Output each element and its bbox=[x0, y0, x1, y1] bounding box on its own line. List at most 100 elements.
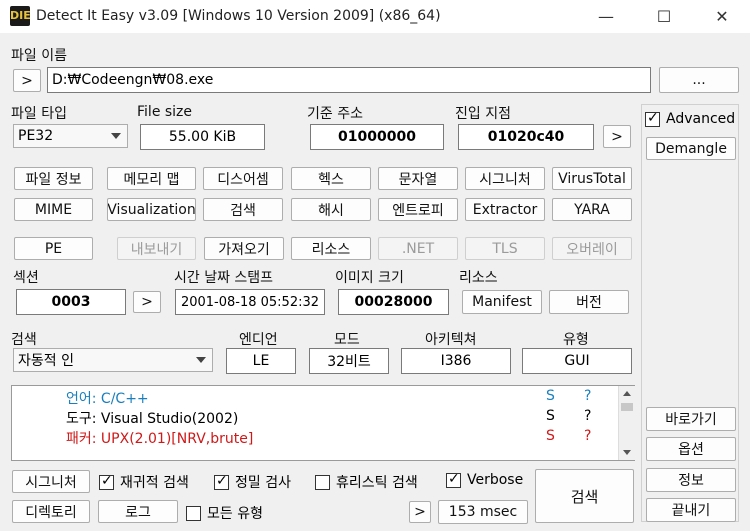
exit-button[interactable]: 끝내기 bbox=[646, 498, 736, 522]
file-arrow-button[interactable]: > bbox=[13, 69, 41, 92]
imports-button[interactable]: 가져오기 bbox=[204, 237, 284, 260]
deep-scan-label: 정밀 검사 bbox=[235, 475, 291, 491]
maximize-icon[interactable]: ☐ bbox=[641, 0, 687, 33]
goto-button[interactable]: 바로가기 bbox=[646, 407, 736, 431]
section-label: 섹션 bbox=[13, 270, 39, 286]
entropy-button[interactable]: 엔트로피 bbox=[378, 198, 458, 221]
file-size-value: 55.00 KiB bbox=[140, 124, 265, 150]
extractor-button[interactable]: Extractor bbox=[465, 198, 545, 221]
strings-button[interactable]: 문자열 bbox=[378, 167, 458, 190]
result-signature-link[interactable]: S bbox=[546, 388, 555, 404]
arch-value: I386 bbox=[401, 348, 511, 374]
file-type-value: PE32 bbox=[18, 128, 54, 144]
tls-button[interactable]: TLS bbox=[465, 237, 545, 260]
resources-button[interactable]: 리소스 bbox=[291, 237, 371, 260]
endian-value: LE bbox=[226, 348, 296, 374]
scroll-down-icon[interactable] bbox=[623, 450, 631, 455]
app-icon: DIE bbox=[10, 6, 31, 26]
type-value: GUI bbox=[522, 348, 632, 374]
file-name-label: 파일 이름 bbox=[11, 48, 67, 64]
visualization-button[interactable]: Visualization bbox=[107, 198, 196, 221]
result-row: 언어: C/C++ S ? bbox=[12, 388, 618, 408]
scroll-up-icon[interactable] bbox=[623, 391, 631, 396]
image-size-label: 이미지 크기 bbox=[335, 270, 404, 286]
verbose-label: Verbose bbox=[467, 472, 524, 488]
results-list[interactable]: 언어: C/C++ S ? 도구: Visual Studio(2002) S … bbox=[11, 385, 635, 461]
file-info-button[interactable]: 파일 정보 bbox=[14, 167, 93, 190]
checkbox-icon bbox=[315, 474, 330, 490]
directory-button[interactable]: 디렉토리 bbox=[12, 500, 90, 523]
resources-label: 리소스 bbox=[459, 270, 498, 286]
section-arrow-button[interactable]: > bbox=[133, 291, 161, 313]
manifest-button[interactable]: Manifest bbox=[462, 290, 542, 314]
search-button[interactable]: 검색 bbox=[203, 198, 283, 221]
all-types-checkbox[interactable]: 모든 유형 bbox=[186, 503, 263, 523]
verbose-checkbox[interactable]: Verbose bbox=[446, 471, 524, 488]
overlay-button[interactable]: 오버레이 bbox=[552, 237, 632, 260]
advanced-label: Advanced bbox=[666, 111, 736, 127]
recursive-scan-checkbox[interactable]: 재귀적 검색 bbox=[99, 472, 189, 492]
mode-value: 32비트 bbox=[309, 348, 389, 374]
dotnet-button[interactable]: .NET bbox=[378, 237, 458, 260]
file-type-select[interactable]: PE32 bbox=[13, 124, 128, 148]
all-types-label: 모든 유형 bbox=[207, 506, 263, 522]
chevron-down-icon bbox=[196, 357, 206, 363]
exports-button[interactable]: 내보내기 bbox=[117, 237, 196, 260]
scan-button[interactable]: 검색 bbox=[535, 469, 634, 523]
virustotal-button[interactable]: VirusTotal bbox=[552, 167, 632, 190]
about-button[interactable]: 정보 bbox=[646, 468, 736, 492]
heuristic-scan-label: 휴리스틱 검색 bbox=[336, 475, 418, 491]
checkbox-icon bbox=[186, 505, 201, 521]
file-path-input[interactable]: D:₩Codeengn₩08.exe bbox=[47, 67, 651, 93]
heuristic-scan-checkbox[interactable]: 휴리스틱 검색 bbox=[315, 472, 418, 492]
result-info-link[interactable]: ? bbox=[584, 408, 591, 424]
scan-mode-value: 자동적 인 bbox=[18, 353, 74, 369]
checkbox-icon bbox=[446, 471, 461, 488]
pe-button[interactable]: PE bbox=[14, 237, 93, 260]
minimize-icon[interactable]: — bbox=[583, 0, 629, 33]
result-signature-link[interactable]: S bbox=[546, 408, 555, 424]
signatures-button[interactable]: 시그니처 bbox=[465, 167, 545, 190]
scroll-thumb[interactable] bbox=[621, 403, 633, 411]
deep-scan-checkbox[interactable]: 정밀 검사 bbox=[214, 472, 291, 492]
log-button[interactable]: 로그 bbox=[98, 500, 178, 523]
mode-label: 모드 bbox=[334, 332, 360, 348]
window-title: Detect It Easy v3.09 [Windows 10 Version… bbox=[36, 8, 441, 24]
advanced-checkbox[interactable]: Advanced bbox=[645, 110, 736, 127]
scan-label: 검색 bbox=[11, 332, 37, 348]
result-row: 패커: UPX(2.01)[NRV,brute] S ? bbox=[12, 428, 618, 448]
time-arrow-button[interactable]: > bbox=[409, 501, 431, 523]
base-address-label: 기준 주소 bbox=[307, 106, 363, 122]
results-scrollbar[interactable] bbox=[618, 386, 635, 460]
arch-label: 아키텍쳐 bbox=[425, 332, 477, 348]
hash-button[interactable]: 해시 bbox=[291, 198, 371, 221]
hex-button[interactable]: 헥스 bbox=[291, 167, 371, 190]
version-button[interactable]: 버전 bbox=[549, 290, 629, 314]
entry-point-arrow-button[interactable]: > bbox=[603, 125, 631, 148]
close-icon[interactable]: ✕ bbox=[699, 0, 745, 33]
result-text: 도구: Visual Studio(2002) bbox=[66, 411, 239, 427]
scan-time-display: 153 msec bbox=[438, 500, 528, 524]
checkbox-icon bbox=[99, 473, 114, 490]
scan-mode-select[interactable]: 자동적 인 bbox=[13, 348, 213, 372]
browse-button[interactable]: ... bbox=[659, 67, 739, 93]
checkbox-icon bbox=[645, 110, 660, 127]
memory-map-button[interactable]: 메모리 맵 bbox=[107, 167, 196, 190]
entry-point-label: 진입 지점 bbox=[455, 106, 511, 122]
image-size-value: 00028000 bbox=[338, 289, 449, 315]
result-info-link[interactable]: ? bbox=[584, 428, 591, 444]
mime-button[interactable]: MIME bbox=[14, 198, 93, 221]
result-info-link[interactable]: ? bbox=[584, 388, 591, 404]
timestamp-label: 시간 날짜 스탬프 bbox=[174, 270, 274, 286]
yara-button[interactable]: YARA bbox=[552, 198, 632, 221]
timestamp-value: 2001-08-18 05:52:32 bbox=[175, 289, 325, 315]
disasm-button[interactable]: 디스어셈 bbox=[203, 167, 283, 190]
file-size-label: File size bbox=[137, 104, 193, 120]
checkbox-icon bbox=[214, 473, 229, 490]
section-value: 0003 bbox=[16, 289, 126, 315]
signature-button[interactable]: 시그니처 bbox=[12, 470, 90, 493]
options-button[interactable]: 옵션 bbox=[646, 437, 736, 461]
result-signature-link[interactable]: S bbox=[546, 428, 555, 444]
file-type-label: 파일 타입 bbox=[11, 106, 67, 122]
demangle-button[interactable]: Demangle bbox=[646, 137, 736, 160]
